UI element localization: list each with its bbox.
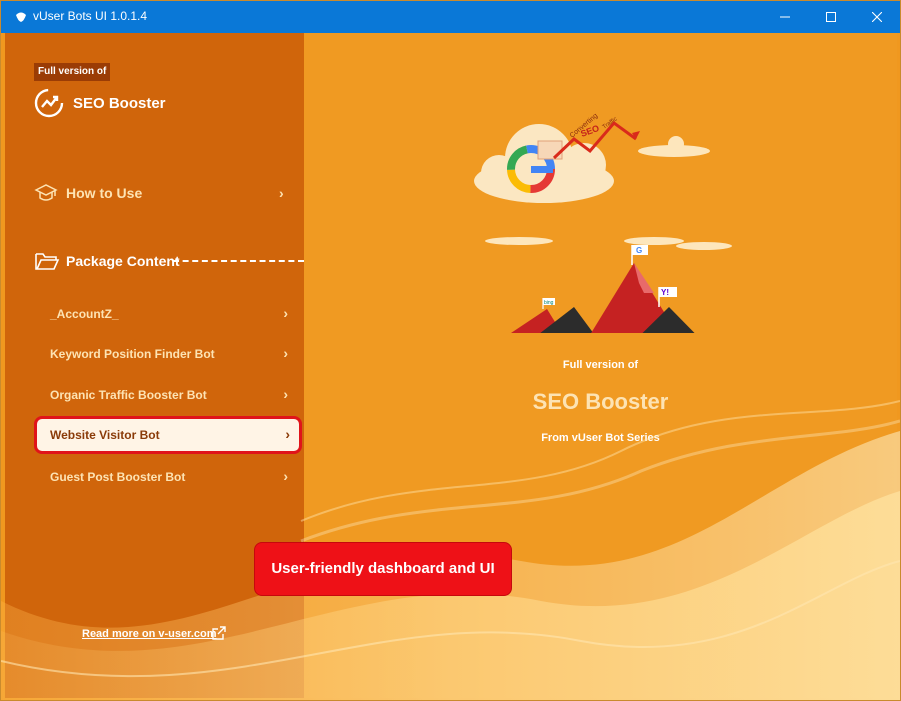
product-title: SEO Booster [532, 389, 669, 414]
flag-yahoo-text: Y! [661, 288, 669, 297]
app-window: vUser Bots UI 1.0.1.4 Full version of SE… [0, 0, 901, 701]
full-version-label: Full version of [562, 359, 639, 371]
folder-open-icon [35, 253, 60, 270]
seo-mountain-illustration: Converting SEO Traffic G Y! bing [474, 112, 732, 333]
nav-how-to-use[interactable]: How to Use › [5, 175, 304, 211]
package-item-label: _AccountZ_ [50, 307, 119, 321]
nav-how-to-use-label: How to Use [66, 185, 143, 201]
package-item-organic-traffic-booster[interactable]: Organic Traffic Booster Bot › [34, 377, 300, 413]
package-content-divider [173, 260, 304, 262]
close-button[interactable] [854, 1, 900, 33]
sidebar: Full version of SEO Booster How to Use ›… [5, 33, 304, 698]
package-item-label: Organic Traffic Booster Bot [50, 388, 207, 402]
graduation-cap-icon [34, 184, 58, 201]
package-item-keyword-position-finder[interactable]: Keyword Position Finder Bot › [34, 336, 300, 372]
close-icon [872, 12, 882, 22]
app-logo-icon [16, 12, 26, 22]
chevron-right-icon: › [279, 185, 284, 201]
package-item-label: Website Visitor Bot [50, 428, 160, 442]
window-title: vUser Bots UI 1.0.1.4 [33, 9, 148, 23]
series-subtitle: From vUser Bot Series [541, 432, 660, 444]
package-item-label: Guest Post Booster Bot [50, 470, 186, 484]
minimize-icon [780, 16, 790, 18]
package-content-label: Package Content [66, 253, 180, 269]
read-more-link[interactable]: Read more on v-user.com [82, 628, 217, 640]
flag-google-text: G [636, 246, 642, 255]
maximize-button[interactable] [808, 1, 854, 33]
chevron-right-icon: › [283, 305, 288, 321]
package-item-accountz[interactable]: _AccountZ_ › [34, 296, 300, 332]
full-version-badge: Full version of [34, 63, 111, 81]
package-item-label: Keyword Position Finder Bot [50, 347, 215, 361]
flag-bing-text: bing [544, 300, 554, 306]
chevron-right-icon: › [285, 426, 290, 442]
package-item-website-visitor[interactable]: Website Visitor Bot › [34, 416, 302, 454]
title-bar[interactable]: vUser Bots UI 1.0.1.4 [1, 1, 900, 33]
seo-booster-logo-icon [34, 88, 64, 118]
external-link-icon[interactable] [211, 625, 227, 641]
chevron-right-icon: › [283, 468, 288, 484]
maximize-icon [826, 12, 836, 22]
chevron-right-icon: › [283, 386, 288, 402]
minimize-button[interactable] [762, 1, 808, 33]
package-item-guest-post-booster[interactable]: Guest Post Booster Bot › [34, 459, 300, 495]
feature-callout: User-friendly dashboard and UI [254, 542, 512, 596]
brand-name: SEO Booster [73, 95, 166, 112]
main-panel: Converting SEO Traffic G Y! bing Full ve… [304, 33, 897, 698]
chevron-right-icon: › [283, 345, 288, 361]
